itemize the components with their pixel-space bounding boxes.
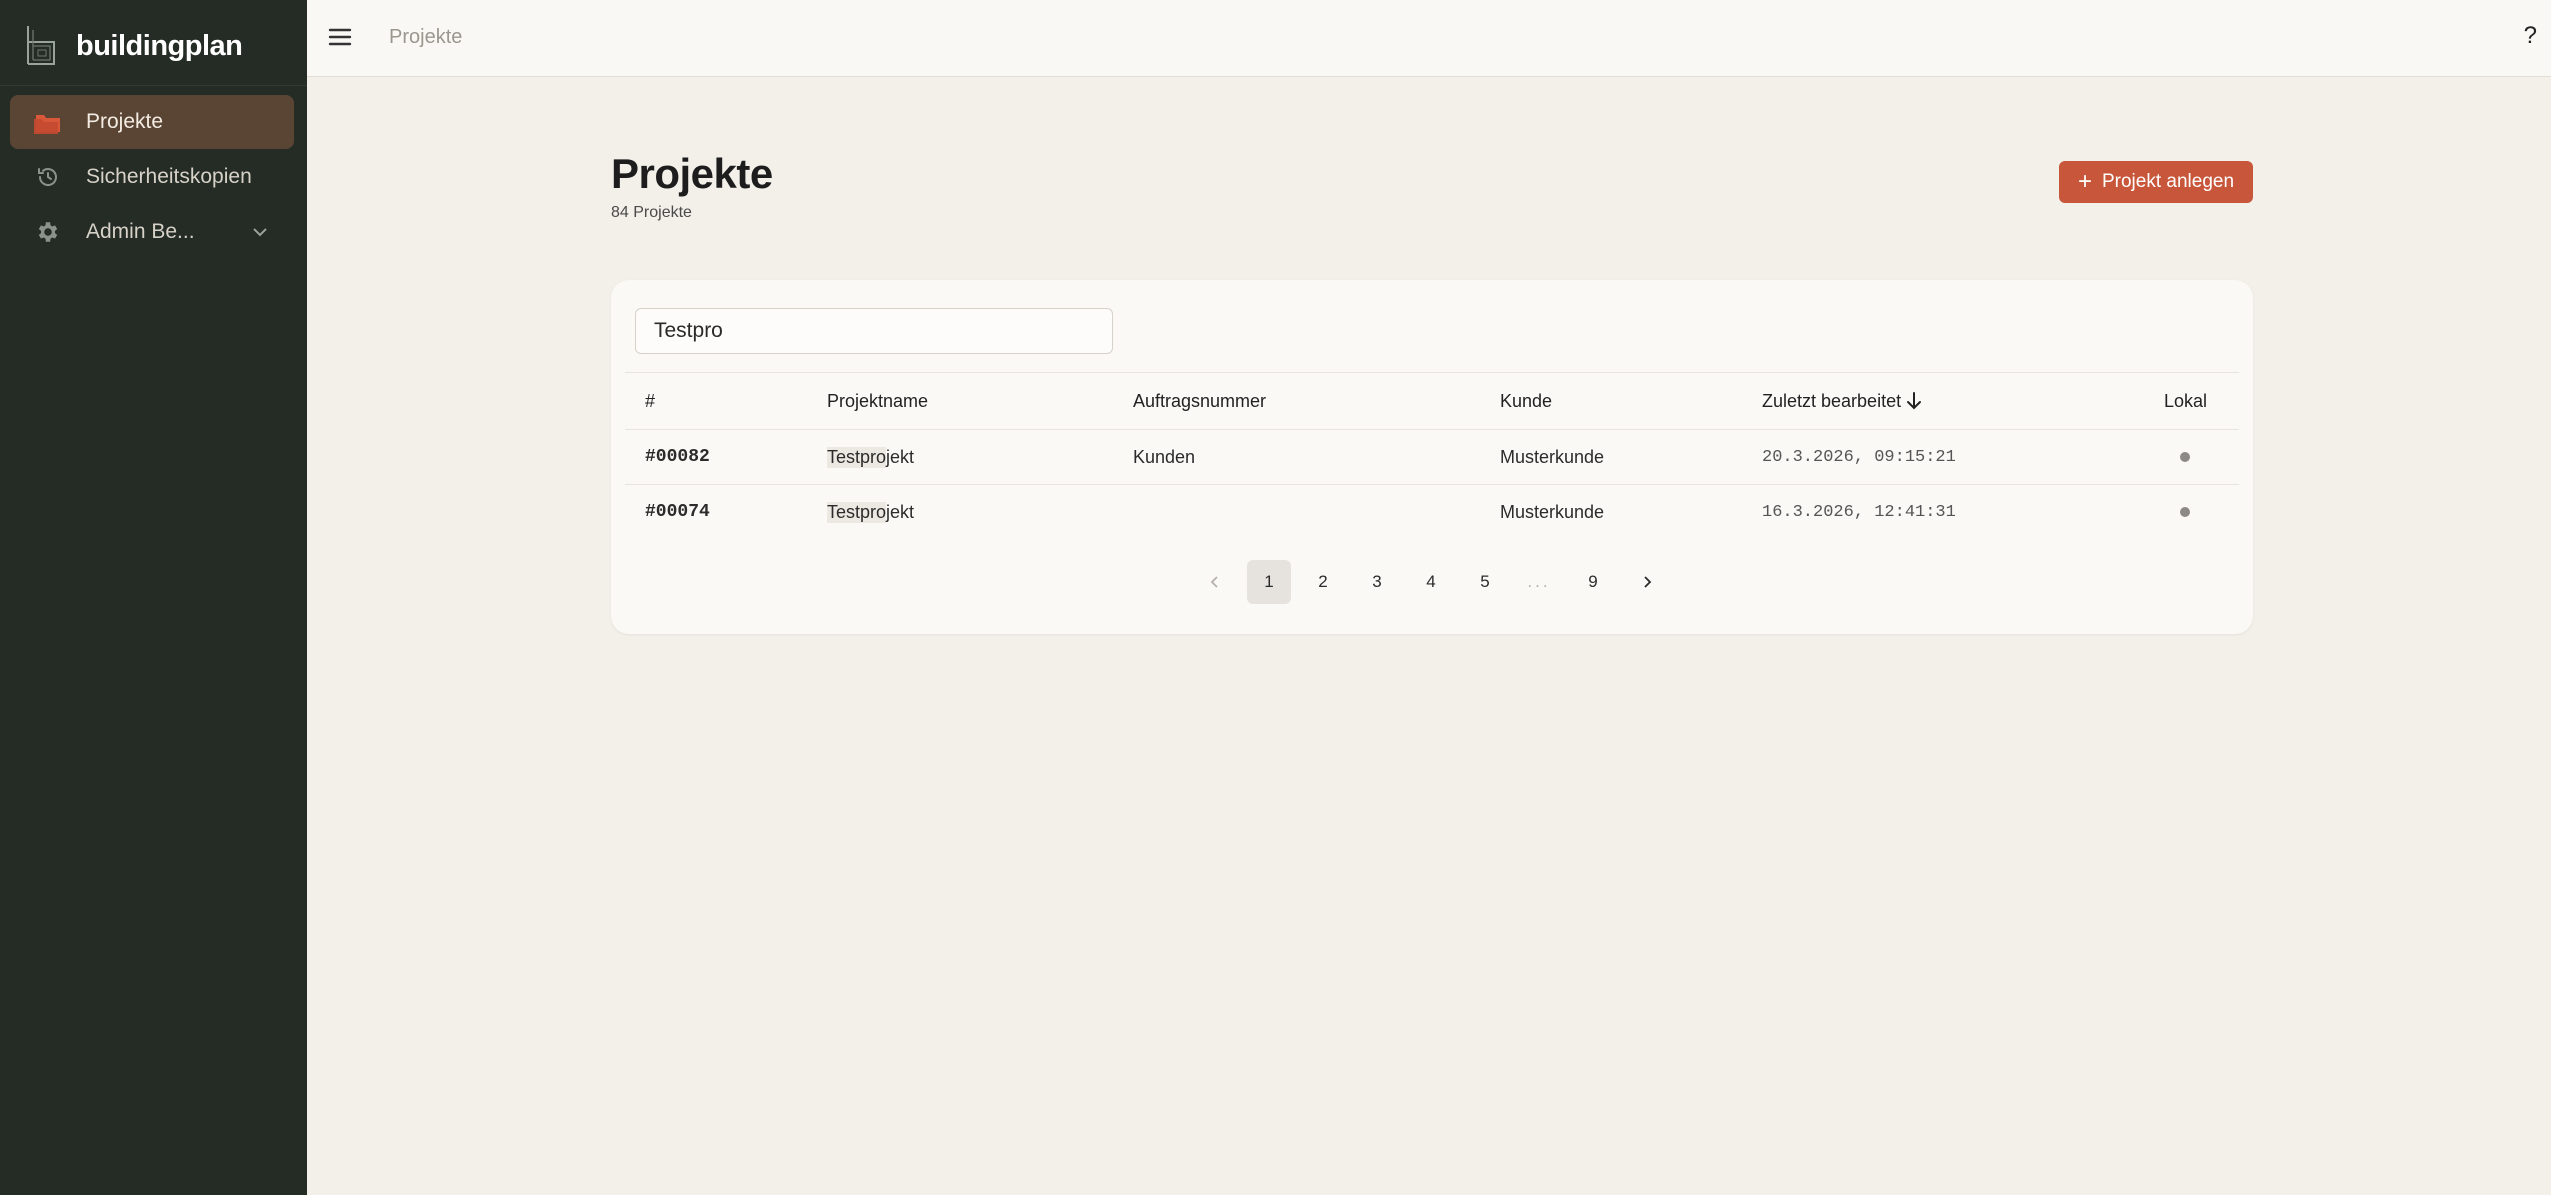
column-header-edited[interactable]: Zuletzt bearbeitet: [1762, 373, 1923, 429]
page-button-5[interactable]: 5: [1463, 560, 1507, 604]
auftragsnummer: Kunden: [1133, 446, 1196, 467]
plus-icon: +: [2077, 168, 2092, 195]
chevron-down-icon: [253, 228, 267, 237]
last-edited: 20.3.2026, 09:15:21: [1762, 447, 1956, 467]
column-header-id[interactable]: #: [645, 373, 655, 429]
pagination: 1 2 3 4 5 ... 9: [1193, 560, 1679, 604]
folder-icon: [28, 110, 68, 134]
table-header: # Projektname Auftragsnummer Kunde Zulet…: [625, 372, 2239, 429]
menu-icon[interactable]: [327, 24, 353, 50]
project-id: #00074: [645, 502, 710, 522]
projects-table: # Projektname Auftragsnummer Kunde Zulet…: [625, 372, 2239, 539]
column-header-name[interactable]: Projektname: [827, 373, 928, 429]
project-name-rest: jekt: [886, 446, 915, 467]
add-project-label: Projekt anlegen: [2101, 171, 2235, 192]
page-button-3[interactable]: 3: [1355, 560, 1399, 604]
table-row[interactable]: #00082 Testpro jekt Kunden Musterkunde 20…: [625, 429, 2239, 484]
page-title: Projekte: [611, 150, 773, 197]
projects-card: # Projektname Auftragsnummer Kunde Zulet…: [611, 280, 2253, 634]
project-id: #00082: [645, 447, 710, 467]
sidebar-item-sicherheitskopien[interactable]: Sicherheitskopien: [10, 150, 294, 204]
page-button-9[interactable]: 9: [1571, 560, 1615, 604]
column-header-auftrag[interactable]: Auftragsnummer: [1133, 373, 1266, 429]
page-button-4[interactable]: 4: [1409, 560, 1453, 604]
help-button[interactable]: ?: [2524, 22, 2537, 50]
logo-icon: [27, 26, 55, 65]
brand[interactable]: buildingplan: [24, 22, 243, 70]
kunde: Musterkunde: [1500, 446, 1605, 467]
local-status-dot: [2180, 507, 2190, 517]
search-highlight: Testpro: [827, 501, 887, 523]
chevron-left-icon: [1210, 576, 1218, 588]
column-header-lokal[interactable]: Lokal: [2164, 373, 2207, 429]
sidebar: buildingplan Projekte Sicherheitskopien: [0, 0, 307, 1195]
project-name-rest: jekt: [886, 501, 915, 522]
sidebar-item-label: Sicherheitskopien: [86, 165, 252, 188]
sidebar-item-label: Projekte: [86, 110, 164, 133]
local-status-dot: [2180, 452, 2190, 462]
prev-page-button[interactable]: [1193, 560, 1237, 604]
column-header-edited-label: Zuletzt bearbeitet: [1762, 390, 1902, 411]
page-button-2[interactable]: 2: [1301, 560, 1345, 604]
breadcrumb[interactable]: Projekte: [389, 26, 462, 49]
page-button-1[interactable]: 1: [1247, 560, 1291, 604]
next-page-button[interactable]: [1625, 560, 1669, 604]
sidebar-item-label: Admin Be...: [86, 220, 195, 243]
page-ellipsis: ...: [1527, 572, 1551, 591]
last-edited: 16.3.2026, 12:41:31: [1762, 502, 1956, 522]
project-count: 84 Projekte: [611, 204, 692, 221]
kunde: Musterkunde: [1500, 501, 1605, 522]
history-icon: [28, 165, 68, 189]
chevron-right-icon: [1644, 576, 1652, 588]
column-header-kunde[interactable]: Kunde: [1500, 373, 1552, 429]
table-row[interactable]: #00074 Testpro jekt Musterkunde 16.3.2026…: [625, 484, 2239, 539]
app-name: buildingplan: [76, 29, 243, 62]
search-input[interactable]: [635, 308, 1113, 354]
gear-icon: [28, 219, 68, 245]
sidebar-item-admin[interactable]: Admin Be...: [10, 205, 294, 259]
topbar: Projekte ?: [307, 0, 2551, 77]
sidebar-divider: [0, 85, 307, 86]
add-project-button[interactable]: + Projekt anlegen: [2059, 161, 2253, 203]
sort-arrow-down-icon: [1907, 392, 1922, 410]
search-highlight: Testpro: [827, 446, 887, 468]
sidebar-item-projekte[interactable]: Projekte: [10, 95, 294, 149]
